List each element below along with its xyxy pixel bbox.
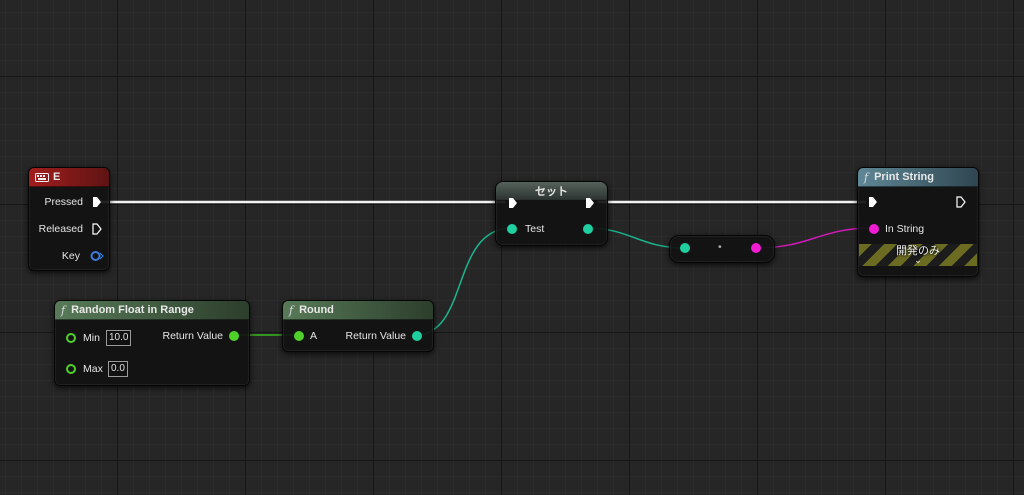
min-value-input[interactable]: 10.0 (106, 330, 132, 346)
round-a-label: A (310, 330, 318, 342)
test-output-pin-icon[interactable] (583, 224, 593, 234)
max-label: Max (83, 363, 103, 375)
released-exec-pin-icon[interactable] (92, 223, 102, 235)
set-variable-node[interactable]: セット Test (495, 181, 608, 246)
random-float-header: f Random Float in Range (55, 301, 249, 320)
round-return-pin-icon[interactable] (412, 331, 422, 341)
keyboard-icon (35, 172, 49, 182)
key-label: Key (61, 250, 80, 262)
test-label: Test (525, 223, 545, 235)
round-return-value-label: Return Value (345, 330, 406, 342)
function-icon: f (61, 303, 66, 317)
event-e-title: E (53, 171, 61, 183)
print-string-node[interactable]: f Print String In String 開発のみ ⌄ (857, 167, 979, 277)
key-pin-icon[interactable] (90, 250, 104, 262)
pressed-exec-pin-icon[interactable] (92, 196, 102, 208)
set-title: セット (535, 185, 568, 198)
print-string-header: f Print String (858, 168, 978, 187)
convert-output-pin-icon[interactable] (751, 243, 761, 253)
set-exec-in-icon[interactable] (508, 197, 518, 209)
round-a-pin-icon[interactable] (294, 331, 304, 341)
test-input-pin-icon[interactable] (507, 224, 517, 234)
function-icon: f (289, 303, 294, 317)
print-string-title: Print String (874, 171, 934, 183)
event-e-node[interactable]: E Pressed Released Key (28, 167, 110, 271)
chevron-down-icon[interactable]: ⌄ (859, 256, 977, 265)
function-icon: f (864, 170, 869, 184)
max-value-input[interactable]: 0.0 (108, 361, 128, 377)
in-string-pin-icon[interactable] (869, 224, 879, 234)
development-only-banner[interactable]: 開発のみ ⌄ (859, 244, 977, 266)
set-exec-out-icon[interactable] (585, 197, 595, 209)
int-to-string-conversion-node[interactable]: • (669, 235, 775, 263)
released-label: Released (38, 223, 83, 235)
in-string-label: In String (885, 223, 925, 235)
max-pin-icon[interactable] (66, 364, 76, 374)
round-header: f Round (283, 301, 433, 320)
event-e-header: E (29, 168, 109, 187)
random-return-pin-icon[interactable] (229, 331, 239, 341)
round-title: Round (299, 304, 334, 316)
min-pin-icon[interactable] (66, 333, 76, 343)
convert-input-pin-icon[interactable] (680, 243, 690, 253)
print-exec-in-icon[interactable] (868, 196, 878, 208)
convert-label: • (718, 241, 722, 253)
random-float-in-range-node[interactable]: f Random Float in Range Min 10.0 Max 0.0… (54, 300, 250, 386)
random-return-value-label: Return Value (162, 330, 223, 342)
pressed-label: Pressed (44, 196, 83, 208)
random-float-title: Random Float in Range (71, 304, 194, 316)
print-exec-out-icon[interactable] (956, 196, 966, 208)
round-node[interactable]: f Round A Return Value (282, 300, 434, 352)
min-label: Min (83, 332, 100, 344)
